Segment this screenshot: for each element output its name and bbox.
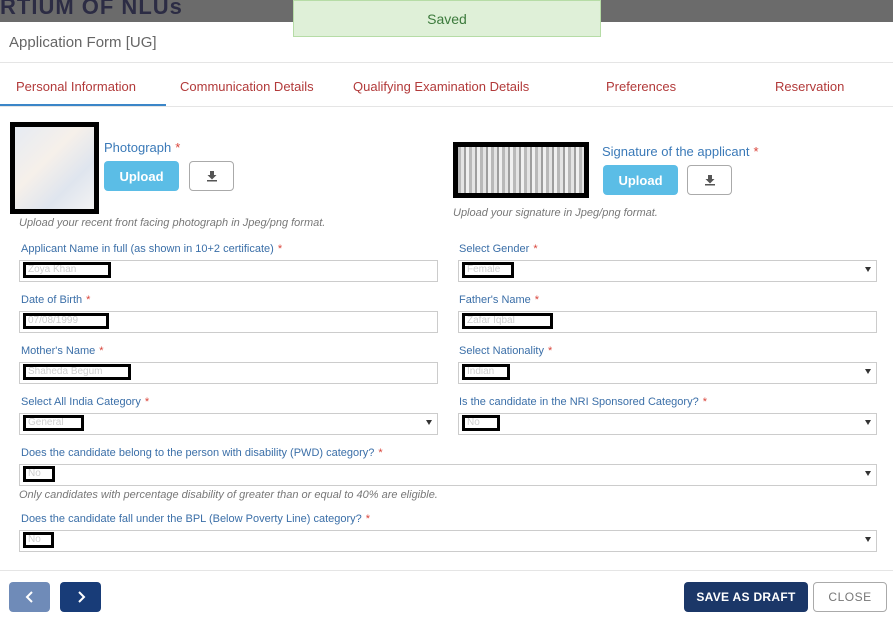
tab-communication-details[interactable]: Communication Details [180,79,314,94]
applicant-name-input[interactable]: Zoya Khan [19,260,438,282]
photograph-download-button[interactable] [189,161,234,191]
signature-label: Signature of the applicant * [602,144,759,159]
download-icon [704,175,715,186]
tabs-divider [0,106,893,107]
application-form-modal: Application Form [UG] Personal Informati… [0,22,893,619]
dob-value: 07/08/1999 [23,313,109,329]
chevron-down-icon [426,420,432,425]
chevron-down-icon [865,420,871,425]
chevron-down-icon [865,267,871,272]
signature-upload-button[interactable]: Upload [603,165,678,195]
signature-hint: Upload your signature in Jpeg/png format… [453,207,658,219]
tab-qualifying-examination-details[interactable]: Qualifying Examination Details [353,79,529,94]
chevron-down-icon [865,537,871,542]
category-select[interactable]: General [19,413,438,435]
photograph-upload-button[interactable]: Upload [104,161,179,191]
footer-divider [0,570,893,571]
nri-label: Is the candidate in the NRI Sponsored Ca… [459,396,707,408]
gender-select[interactable]: Female [458,260,877,282]
mother-name-label: Mother's Name * [21,345,104,357]
photograph-hint: Upload your recent front facing photogra… [19,217,326,229]
bpl-select[interactable]: No [19,530,877,552]
chevron-down-icon [865,369,871,374]
signature-download-button[interactable] [687,165,732,195]
dob-input[interactable]: 07/08/1999 [19,311,438,333]
gender-value: Female [462,262,514,278]
pwd-value: No [23,466,55,482]
modal-title: Application Form [UG] [9,34,157,51]
chevron-down-icon [865,471,871,476]
signature-preview [453,142,589,198]
gender-label: Select Gender * [459,243,538,255]
bpl-label: Does the candidate fall under the BPL (B… [21,513,371,525]
title-divider [0,62,893,63]
mother-name-input[interactable]: Shaheda Begum [19,362,438,384]
tab-preferences[interactable]: Preferences [606,79,676,94]
mother-name-value: Shaheda Begum [23,364,131,380]
category-value: General [23,415,84,431]
father-name-label: Father's Name * [459,294,540,306]
photograph-label: Photograph * [104,140,181,155]
chevron-left-icon [25,591,33,603]
bpl-value: No [23,532,54,548]
nri-select[interactable]: No [458,413,877,435]
next-button[interactable] [60,582,101,612]
previous-button[interactable] [9,582,50,612]
nationality-select[interactable]: Indian [458,362,877,384]
category-label: Select All India Category * [21,396,150,408]
save-as-draft-button[interactable]: SAVE AS DRAFT [684,582,808,612]
pwd-hint: Only candidates with percentage disabili… [19,489,438,501]
chevron-right-icon [77,591,85,603]
applicant-name-value: Zoya Khan [23,262,111,278]
applicant-name-label: Applicant Name in full (as shown in 10+2… [21,243,283,255]
dob-label: Date of Birth * [21,294,91,306]
nationality-label: Select Nationality * [459,345,553,357]
nri-value: No [462,415,500,431]
background-title: RTIUM OF NLUs [0,0,183,19]
pwd-select[interactable]: No [19,464,877,486]
tab-personal-information[interactable]: Personal Information [16,79,136,94]
download-icon [206,171,217,182]
nationality-value: Indian [462,364,510,380]
saved-toast: Saved [293,0,601,37]
close-button[interactable]: CLOSE [813,582,887,612]
photograph-preview [10,122,99,214]
father-name-input[interactable]: Zafar Iqbal [458,311,877,333]
tab-reservation[interactable]: Reservation [775,79,844,94]
father-name-value: Zafar Iqbal [462,313,553,329]
pwd-label: Does the candidate belong to the person … [21,447,383,459]
form-tabs: Personal Information Communication Detai… [0,67,893,106]
